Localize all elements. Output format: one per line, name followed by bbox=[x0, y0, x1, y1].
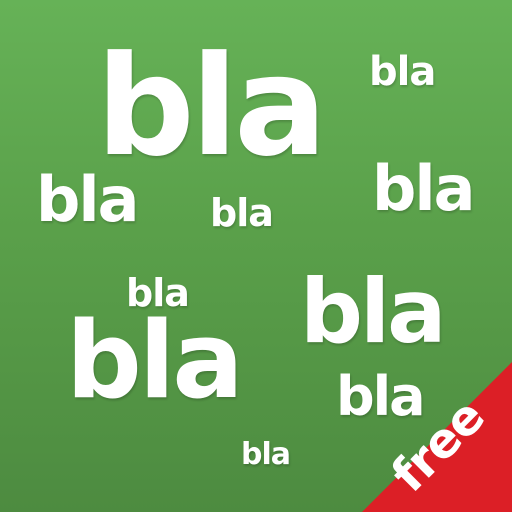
bla-word-mid-right: bla bbox=[300, 260, 447, 363]
bla-word-bottom-left: bla bbox=[66, 299, 244, 422]
app-icon[interactable]: bla bla bla bla bla bla bla bla bla bla … bbox=[0, 0, 512, 512]
bla-word-top-right: bla bbox=[369, 49, 436, 95]
bla-word-right: bla bbox=[372, 152, 475, 225]
bla-word-center-small: bla bbox=[210, 191, 274, 235]
bla-word-left: bla bbox=[36, 163, 139, 236]
bla-word-bottom-small: bla bbox=[241, 437, 291, 472]
bla-word-large: bla bbox=[96, 26, 327, 187]
bla-word-bottom-right: bla bbox=[336, 365, 426, 428]
